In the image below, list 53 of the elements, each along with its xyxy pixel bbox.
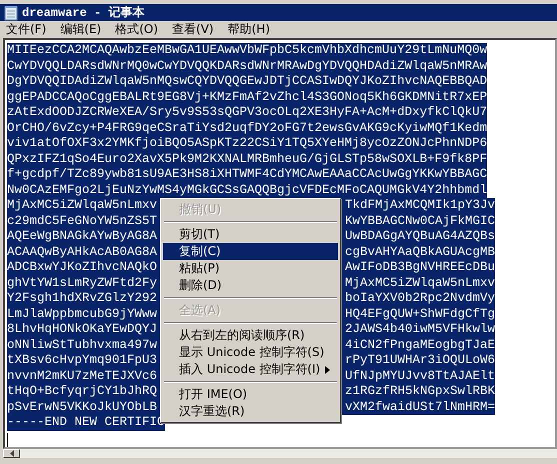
- submenu-arrow-icon: [325, 366, 330, 374]
- selected-text: MjAxMC5iZWlqaW5nLmxv: [7, 198, 158, 214]
- selected-text: 4iCN2fPngaMEogbgTJaE: [344, 338, 495, 353]
- menu-item[interactable]: 查看(V): [172, 21, 214, 38]
- selected-text: CwYDVQQLDARsdWNrMQ0wCwYDVQQKDARsdWNrMRAwDgYDVQQHDAdiZWlqaW5nMRAw: [7, 58, 488, 74]
- context-menu-item[interactable]: 删除(D): [163, 277, 338, 294]
- selected-text: MIIEezCCA2MCAQAwbzEeMBwGA1UEAwwVbWFpbC5kcmVhbXdhcmUuY29tLmNuMQ0w: [7, 43, 488, 58]
- selected-text: HQ4EFgQUW+ShWFdgCfTg: [344, 306, 495, 322]
- selected-text: 8LhvHqHONkOKaYEwDQYJ: [7, 322, 158, 338]
- context-menu-item[interactable]: 从右到左的阅读顺序(R): [163, 327, 338, 344]
- context-menu-item[interactable]: 粘贴(P): [163, 260, 338, 277]
- selected-text: boIaYXV0b2Rpc2NvdmVy: [344, 291, 495, 306]
- text-editor[interactable]: [3, 38, 557, 448]
- menu-item[interactable]: 帮助(H): [228, 21, 270, 38]
- selected-text: -----END NEW CERTIFIC: [7, 415, 165, 430]
- menu-item[interactable]: 格式(O): [115, 21, 158, 38]
- context-menu-item[interactable]: 汉字重选(R): [163, 403, 338, 420]
- selected-text: UwBDAGgAYQBuAG4AZQBs: [344, 229, 495, 244]
- selected-text: rPyT91UWHAr3iOQULoW6: [344, 353, 495, 368]
- notepad-icon: [4, 4, 18, 20]
- selected-text: zAtExdOODJZCRWeXEA/Sry5v9S53sQGPV3ocOLq2XE3HyFA+AcM+dDxyfkClQkU7: [7, 105, 488, 120]
- left-arrow-icon: [10, 450, 14, 457]
- selected-text: AQEeWgBNAGkAYwByAG8A: [7, 229, 158, 244]
- context-menu-item[interactable]: 复制(C): [163, 243, 338, 260]
- selected-text: z1RGzfRH5kNGpxSwlRBK: [344, 384, 495, 400]
- selected-text: ghVtYW1sLmRyZWFtd2Fy: [7, 276, 158, 291]
- selected-text: tHqO+BcfyqrjCY1bJhRQ: [7, 384, 158, 400]
- selected-text: Y2Fsgh1hdXRvZGlzY292: [7, 291, 158, 306]
- context-menu-item[interactable]: 打开 IME(O): [163, 386, 338, 403]
- selected-text: cgBvAHYAaQBkAGUAcgMB: [344, 244, 495, 260]
- selected-text: ACAAQwByAHkAcAB0AG8A: [7, 244, 158, 260]
- selected-text: pSvErwN5VKKoJkUYObLB: [7, 400, 158, 415]
- menu-item[interactable]: 编辑(E): [60, 21, 102, 38]
- selected-text: KwYBBAGCNw0CAjFkMGIC: [344, 214, 495, 229]
- selected-text: tXBsv6cHvpYmq901FpU3: [7, 353, 158, 368]
- selected-text: DgYDVQQIDAdiZWlqaW5nMQswCQYDVQQGEwJDTjCCASIwDQYJKoZIhvcNAQEBBQAD: [7, 74, 488, 90]
- menu-item[interactable]: 文件(F): [6, 21, 46, 38]
- context-menu-item[interactable]: 显示 Unicode 控制字符(S): [163, 344, 338, 361]
- selected-text: LmJlaWppbmcubG9jYWww: [7, 306, 158, 322]
- window-title: dreamware - 记事本: [22, 4, 144, 21]
- selected-text: AwIFoDB3BgNVHREEcDBu: [344, 260, 495, 276]
- selected-text: f+gcdpf/TZc89ywb81sU9AE3HS8iXHTWMF4CdYMCAwEAAaCCAcUwGgYKKwYBBAGC: [7, 167, 488, 182]
- selected-text: viv1atOfOXF3x2YMKfjoiBQO5ASpKTz22CSiY1TQ5XYeHMj8ycOzZONJcPhnNDP6: [7, 136, 488, 152]
- selected-text: OrCHO/6vZcy+P4FRG9qeCSraTiYsd2uqfDY2oFG7t2ewsGvAKG9cKyiwMQf1Kedm: [7, 120, 488, 136]
- context-menu-item[interactable]: 插入 Unicode 控制字符(I): [163, 361, 338, 378]
- selected-text: Nw0CAzEMFgo2LjEuNzYwMS4yMGkGCSsGAQQBgjcVFDEcMFoCAQUMGkV4Y2hhbmdl: [7, 182, 488, 198]
- selected-text: UfNJpMYUJvv8TtAJAElt: [344, 368, 495, 384]
- selected-text: ADCBxwYJKoZIhvcNAQkO: [7, 260, 158, 276]
- selected-text: QPxzIFZ1qSo4Euro2XavX5Pk9M2KXNALMRBmheuG/GjGLSTp58wSOXLB+F9fk8PF: [7, 152, 488, 167]
- selected-text: MjAxMC5iZWlqaW5nLmxv: [344, 276, 495, 291]
- selected-text: ggEPADCCAQoCggEBALRt9EG8Vj+KMzFmAf2vZhcl4S3GONoq5Kh6GKDMNitR7xEP: [7, 90, 488, 105]
- context-menu-item[interactable]: 剪切(T): [163, 226, 338, 243]
- selected-text: TkdFMjAxMCQMIk1pY3Jv: [344, 198, 495, 214]
